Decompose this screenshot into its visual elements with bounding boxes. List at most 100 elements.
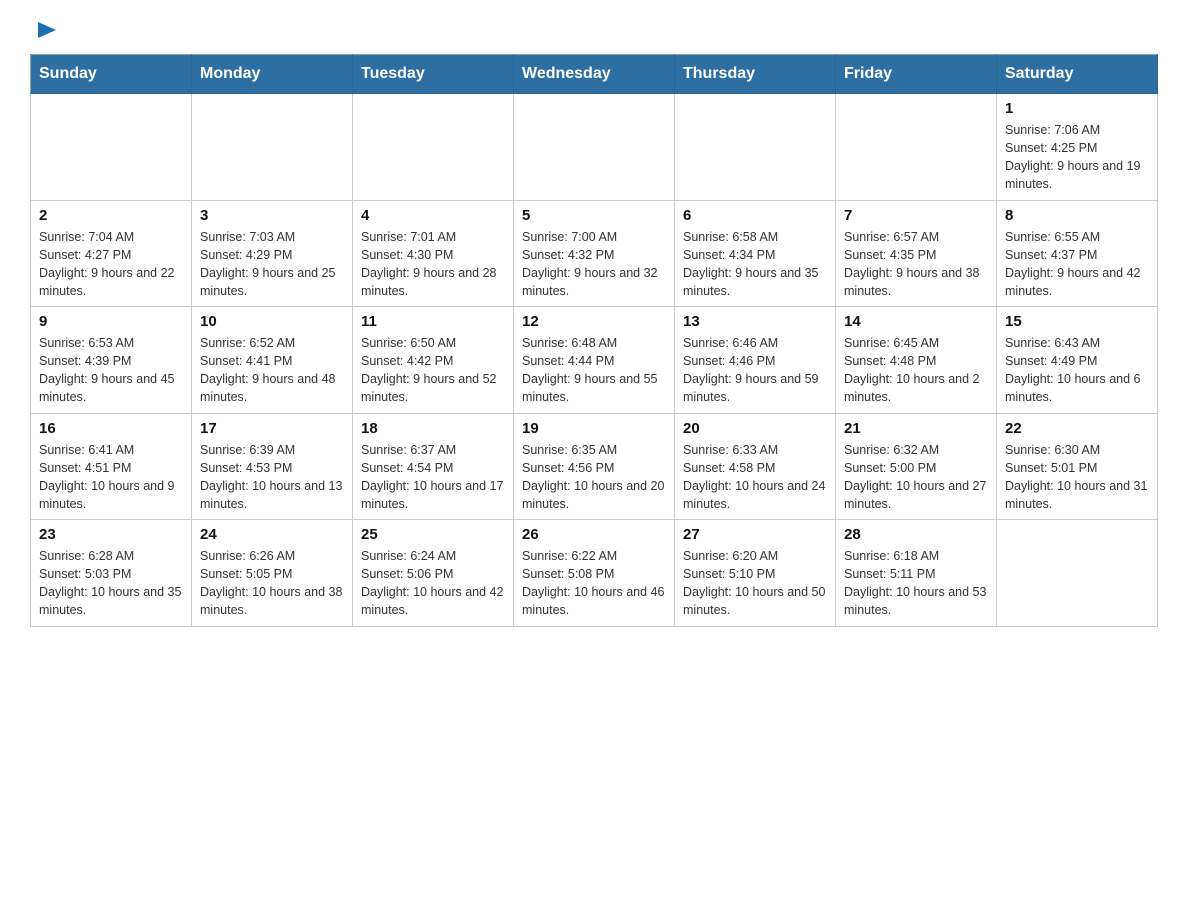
table-row: 2 Sunrise: 7:04 AMSunset: 4:27 PMDaylight… <box>31 200 192 307</box>
table-row: 22 Sunrise: 6:30 AMSunset: 5:01 PMDayligh… <box>997 413 1158 520</box>
table-row: 12 Sunrise: 6:48 AMSunset: 4:44 PMDayligh… <box>514 307 675 414</box>
day-number: 17 <box>200 420 344 437</box>
table-row: 13Sunrise: 6:46 AMSunset: 4:46 PMDayligh… <box>675 307 836 414</box>
table-row: 6 Sunrise: 6:58 AMSunset: 4:34 PMDaylight… <box>675 200 836 307</box>
table-row: 27 Sunrise: 6:20 AMSunset: 5:10 PMDayligh… <box>675 520 836 627</box>
logo <box>30 20 58 36</box>
day-number: 22 <box>1005 420 1149 437</box>
day-info: Sunrise: 6:26 AMSunset: 5:05 PMDaylight:… <box>200 547 344 620</box>
day-number: 15 <box>1005 313 1149 330</box>
day-number: 1 <box>1005 100 1149 117</box>
table-row: 19 Sunrise: 6:35 AMSunset: 4:56 PMDayligh… <box>514 413 675 520</box>
table-row: 18 Sunrise: 6:37 AMSunset: 4:54 PMDayligh… <box>353 413 514 520</box>
day-info: Sunrise: 6:58 AMSunset: 4:34 PMDaylight:… <box>683 228 827 301</box>
table-row: 9 Sunrise: 6:53 AMSunset: 4:39 PMDaylight… <box>31 307 192 414</box>
day-number: 5 <box>522 207 666 224</box>
day-info: Sunrise: 6:32 AMSunset: 5:00 PMDaylight:… <box>844 441 988 514</box>
day-info: Sunrise: 6:57 AMSunset: 4:35 PMDaylight:… <box>844 228 988 301</box>
table-row <box>514 94 675 201</box>
day-info: Sunrise: 6:43 AMSunset: 4:49 PMDaylight:… <box>1005 334 1149 407</box>
day-number: 26 <box>522 526 666 543</box>
day-info: Sunrise: 7:04 AMSunset: 4:27 PMDaylight:… <box>39 228 183 301</box>
day-info: Sunrise: 6:50 AMSunset: 4:42 PMDaylight:… <box>361 334 505 407</box>
table-row: 1 Sunrise: 7:06 AMSunset: 4:25 PMDaylight… <box>997 94 1158 201</box>
calendar-week-row: 9 Sunrise: 6:53 AMSunset: 4:39 PMDaylight… <box>31 307 1158 414</box>
day-info: Sunrise: 6:33 AMSunset: 4:58 PMDaylight:… <box>683 441 827 514</box>
table-row: 3 Sunrise: 7:03 AMSunset: 4:29 PMDaylight… <box>192 200 353 307</box>
day-number: 3 <box>200 207 344 224</box>
day-info: Sunrise: 6:41 AMSunset: 4:51 PMDaylight:… <box>39 441 183 514</box>
day-info: Sunrise: 6:45 AMSunset: 4:48 PMDaylight:… <box>844 334 988 407</box>
table-row <box>31 94 192 201</box>
day-info: Sunrise: 6:20 AMSunset: 5:10 PMDaylight:… <box>683 547 827 620</box>
day-info: Sunrise: 6:53 AMSunset: 4:39 PMDaylight:… <box>39 334 183 407</box>
day-info: Sunrise: 6:55 AMSunset: 4:37 PMDaylight:… <box>1005 228 1149 301</box>
day-info: Sunrise: 6:18 AMSunset: 5:11 PMDaylight:… <box>844 547 988 620</box>
day-info: Sunrise: 7:03 AMSunset: 4:29 PMDaylight:… <box>200 228 344 301</box>
table-row: 28 Sunrise: 6:18 AMSunset: 5:11 PMDayligh… <box>836 520 997 627</box>
day-number: 20 <box>683 420 827 437</box>
col-saturday: Saturday <box>997 55 1158 94</box>
day-info: Sunrise: 6:22 AMSunset: 5:08 PMDaylight:… <box>522 547 666 620</box>
day-number: 23 <box>39 526 183 543</box>
day-info: Sunrise: 6:30 AMSunset: 5:01 PMDaylight:… <box>1005 441 1149 514</box>
day-number: 6 <box>683 207 827 224</box>
day-number: 12 <box>522 313 666 330</box>
table-row: 15 Sunrise: 6:43 AMSunset: 4:49 PMDayligh… <box>997 307 1158 414</box>
day-info: Sunrise: 7:01 AMSunset: 4:30 PMDaylight:… <box>361 228 505 301</box>
table-row: 14 Sunrise: 6:45 AMSunset: 4:48 PMDayligh… <box>836 307 997 414</box>
day-info: Sunrise: 6:52 AMSunset: 4:41 PMDaylight:… <box>200 334 344 407</box>
col-wednesday: Wednesday <box>514 55 675 94</box>
day-number: 21 <box>844 420 988 437</box>
day-number: 25 <box>361 526 505 543</box>
calendar-table: Sunday Monday Tuesday Wednesday Thursday… <box>30 54 1158 627</box>
day-info: Sunrise: 7:06 AMSunset: 4:25 PMDaylight:… <box>1005 121 1149 194</box>
table-row <box>192 94 353 201</box>
col-monday: Monday <box>192 55 353 94</box>
calendar-week-row: 2 Sunrise: 7:04 AMSunset: 4:27 PMDaylight… <box>31 200 1158 307</box>
table-row <box>675 94 836 201</box>
day-number: 2 <box>39 207 183 224</box>
table-row: 11 Sunrise: 6:50 AMSunset: 4:42 PMDayligh… <box>353 307 514 414</box>
day-number: 27 <box>683 526 827 543</box>
day-number: 16 <box>39 420 183 437</box>
table-row: 8 Sunrise: 6:55 AMSunset: 4:37 PMDaylight… <box>997 200 1158 307</box>
table-row: 20 Sunrise: 6:33 AMSunset: 4:58 PMDayligh… <box>675 413 836 520</box>
table-row: 25 Sunrise: 6:24 AMSunset: 5:06 PMDayligh… <box>353 520 514 627</box>
day-number: 19 <box>522 420 666 437</box>
day-number: 14 <box>844 313 988 330</box>
table-row: 5 Sunrise: 7:00 AMSunset: 4:32 PMDaylight… <box>514 200 675 307</box>
table-row: 4 Sunrise: 7:01 AMSunset: 4:30 PMDaylight… <box>353 200 514 307</box>
col-thursday: Thursday <box>675 55 836 94</box>
day-number: 28 <box>844 526 988 543</box>
calendar-header-row: Sunday Monday Tuesday Wednesday Thursday… <box>31 55 1158 94</box>
page-header <box>30 20 1158 36</box>
day-number: 13 <box>683 313 827 330</box>
table-row <box>836 94 997 201</box>
table-row: 16 Sunrise: 6:41 AMSunset: 4:51 PMDayligh… <box>31 413 192 520</box>
table-row: 21 Sunrise: 6:32 AMSunset: 5:00 PMDayligh… <box>836 413 997 520</box>
calendar-week-row: 23 Sunrise: 6:28 AMSunset: 5:03 PMDayligh… <box>31 520 1158 627</box>
table-row <box>997 520 1158 627</box>
day-info: Sunrise: 6:35 AMSunset: 4:56 PMDaylight:… <box>522 441 666 514</box>
day-info: Sunrise: 7:00 AMSunset: 4:32 PMDaylight:… <box>522 228 666 301</box>
col-tuesday: Tuesday <box>353 55 514 94</box>
day-info: Sunrise: 6:48 AMSunset: 4:44 PMDaylight:… <box>522 334 666 407</box>
col-friday: Friday <box>836 55 997 94</box>
day-number: 8 <box>1005 207 1149 224</box>
table-row: 24Sunrise: 6:26 AMSunset: 5:05 PMDayligh… <box>192 520 353 627</box>
day-number: 7 <box>844 207 988 224</box>
logo-flag-icon <box>36 20 58 40</box>
day-info: Sunrise: 6:28 AMSunset: 5:03 PMDaylight:… <box>39 547 183 620</box>
table-row <box>353 94 514 201</box>
col-sunday: Sunday <box>31 55 192 94</box>
table-row: 23 Sunrise: 6:28 AMSunset: 5:03 PMDayligh… <box>31 520 192 627</box>
day-number: 18 <box>361 420 505 437</box>
table-row: 26 Sunrise: 6:22 AMSunset: 5:08 PMDayligh… <box>514 520 675 627</box>
table-row: 17Sunrise: 6:39 AMSunset: 4:53 PMDayligh… <box>192 413 353 520</box>
day-number: 9 <box>39 313 183 330</box>
day-number: 4 <box>361 207 505 224</box>
day-number: 11 <box>361 313 505 330</box>
day-info: Sunrise: 6:24 AMSunset: 5:06 PMDaylight:… <box>361 547 505 620</box>
day-info: Sunrise: 6:37 AMSunset: 4:54 PMDaylight:… <box>361 441 505 514</box>
